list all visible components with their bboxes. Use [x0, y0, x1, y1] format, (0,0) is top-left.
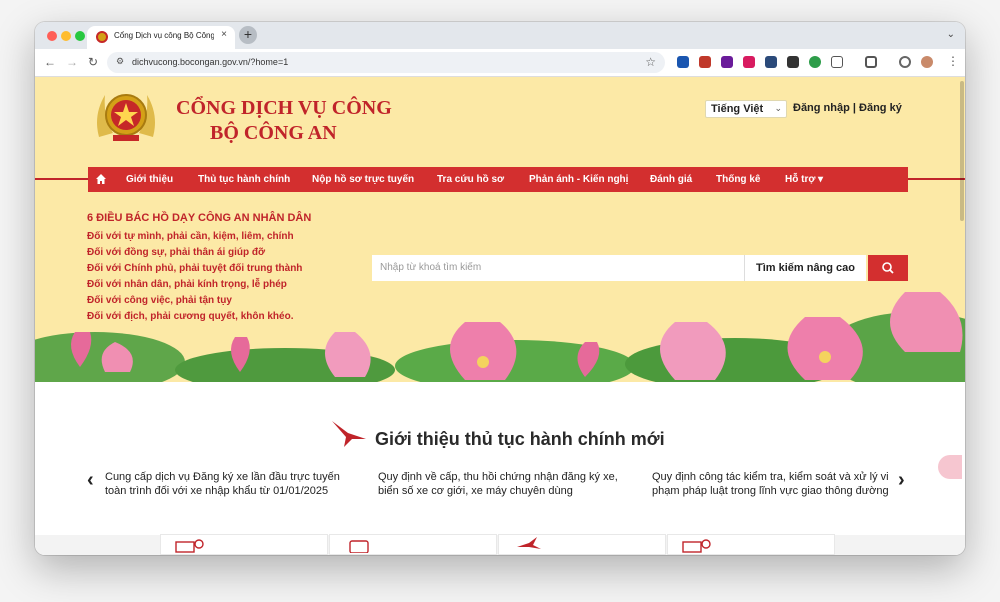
teaching-line: Đối với tự mình, phải cần, kiệm, liêm, c… [87, 231, 294, 242]
login-register-link[interactable]: Đăng nhập | Đăng ký [793, 102, 902, 114]
search-input[interactable]: Nhập từ khoá tìm kiếm [372, 255, 744, 281]
nav-item-thong-ke[interactable]: Thống kê [716, 174, 760, 185]
teaching-line: Đối với nhân dân, phải kính trọng, lễ ph… [87, 279, 287, 290]
nav-item-gioi-thieu[interactable]: Giới thiệu [126, 174, 173, 185]
service-card[interactable] [667, 534, 835, 555]
zoom-window-button[interactable] [75, 31, 85, 41]
chevron-down-icon: ▾ [818, 174, 824, 185]
extension-icon[interactable] [721, 56, 733, 68]
nav-item-ho-tro[interactable]: Hỗ trợ [785, 174, 815, 185]
history-icon[interactable] [899, 56, 911, 68]
browser-tab[interactable]: Cổng Dịch vụ công Bộ Công an × [87, 26, 235, 49]
service-card[interactable] [498, 534, 666, 555]
floating-chat-button[interactable] [938, 455, 962, 479]
vehicle-icon [349, 540, 369, 553]
plane-icon [517, 537, 541, 549]
extension-icon[interactable] [699, 56, 711, 68]
bookmark-star-icon[interactable]: ☆ [645, 55, 656, 69]
url-text: dichvucong.bocongan.gov.vn/?home=1 [132, 57, 289, 67]
site-info-icon[interactable]: ⚙ [116, 56, 124, 67]
extension-icon[interactable] [743, 56, 755, 68]
nav-item-nop-ho-so[interactable]: Nộp hồ sơ trực tuyến [312, 174, 414, 185]
extension-icon[interactable] [809, 56, 821, 68]
nav-item-thu-tuc[interactable]: Thủ tục hành chính [198, 174, 290, 185]
extensions-puzzle-icon[interactable] [831, 56, 843, 68]
tab-title: Cổng Dịch vụ công Bộ Công an [114, 31, 214, 40]
section-title: Giới thiệu thủ tục hành chính mới [375, 429, 665, 449]
tab-list-chevron-icon[interactable]: ⌄ [947, 29, 955, 40]
menu-kebab-icon[interactable]: ⋮ [947, 54, 959, 68]
service-card[interactable] [329, 534, 497, 555]
hero-banner: CỔNG DỊCH VỤ CÔNG BỘ CÔNG AN Tiếng Việt … [35, 77, 965, 382]
extension-icon[interactable] [677, 56, 689, 68]
nav-item-tra-cuu[interactable]: Tra cứu hồ sơ [437, 174, 504, 185]
teaching-line: Đối với đồng sự, phải thân ái giúp đỡ [87, 247, 266, 258]
tab-bar: Cổng Dịch vụ công Bộ Công an × + ⌄ [35, 22, 965, 49]
language-select-value: Tiếng Việt [711, 103, 764, 115]
news-item[interactable]: Cung cấp dịch vụ Đăng ký xe lần đầu trực… [105, 470, 350, 498]
minimize-window-button[interactable] [61, 31, 71, 41]
teaching-line: Đối với Chính phủ, phải tuyệt đối trung … [87, 263, 303, 274]
nav-item-phan-anh[interactable]: Phản ánh - Kiến nghị [529, 174, 628, 185]
tab-close-icon[interactable]: × [221, 29, 227, 40]
site-favicon-icon [96, 31, 108, 43]
qr-icon[interactable] [865, 56, 877, 68]
new-tab-button[interactable]: + [239, 26, 257, 44]
home-icon[interactable] [96, 174, 106, 184]
carousel-prev-icon[interactable]: ‹ [87, 469, 94, 492]
teachings-title: 6 ĐIỀU BÁC HỒ DẠY CÔNG AN NHÂN DÂN [87, 212, 312, 224]
bird-decoration-icon [332, 421, 366, 447]
search-placeholder: Nhập từ khoá tìm kiếm [380, 262, 482, 273]
page-scrollbar[interactable] [960, 81, 964, 221]
address-bar[interactable]: ⚙ dichvucong.bocongan.gov.vn/?home=1 ☆ [107, 52, 665, 73]
language-select[interactable]: Tiếng Việt ⌄ [705, 100, 787, 118]
forward-icon[interactable]: → [66, 55, 78, 69]
license-icon [175, 539, 204, 553]
main-navigation: Giới thiệu Thủ tục hành chính Nộp hồ sơ … [88, 167, 908, 192]
news-item[interactable]: Quy định về cấp, thu hồi chứng nhận đăng… [378, 470, 623, 498]
reload-icon[interactable]: ↻ [88, 55, 98, 69]
police-emblem-logo[interactable] [91, 87, 161, 147]
lotus-decoration-image [35, 292, 965, 382]
news-item[interactable]: Quy định công tác kiểm tra, kiểm soát và… [652, 470, 902, 498]
extension-icon[interactable] [787, 56, 799, 68]
browser-toolbar: ← → ↻ ⚙ dichvucong.bocongan.gov.vn/?home… [35, 49, 965, 77]
advanced-search-button[interactable]: Tìm kiếm nâng cao [744, 255, 866, 281]
close-window-button[interactable] [47, 31, 57, 41]
browser-window: Cổng Dịch vụ công Bộ Công an × + ⌄ ← → ↻… [35, 22, 965, 555]
search-button[interactable] [868, 255, 908, 281]
certificate-icon [682, 539, 711, 553]
search-icon [882, 262, 894, 274]
nav-item-danh-gia[interactable]: Đánh giá [650, 174, 692, 185]
site-title-line1[interactable]: CỔNG DỊCH VỤ CÔNG [176, 97, 392, 120]
web-page: CỔNG DỊCH VỤ CÔNG BỘ CÔNG AN Tiếng Việt … [35, 77, 965, 555]
extension-icon[interactable] [765, 56, 777, 68]
site-title-line2[interactable]: BỘ CÔNG AN [210, 122, 337, 145]
back-icon[interactable]: ← [44, 55, 56, 69]
service-card[interactable] [160, 534, 328, 555]
chevron-down-icon: ⌄ [774, 103, 782, 113]
profile-avatar[interactable] [921, 56, 933, 68]
